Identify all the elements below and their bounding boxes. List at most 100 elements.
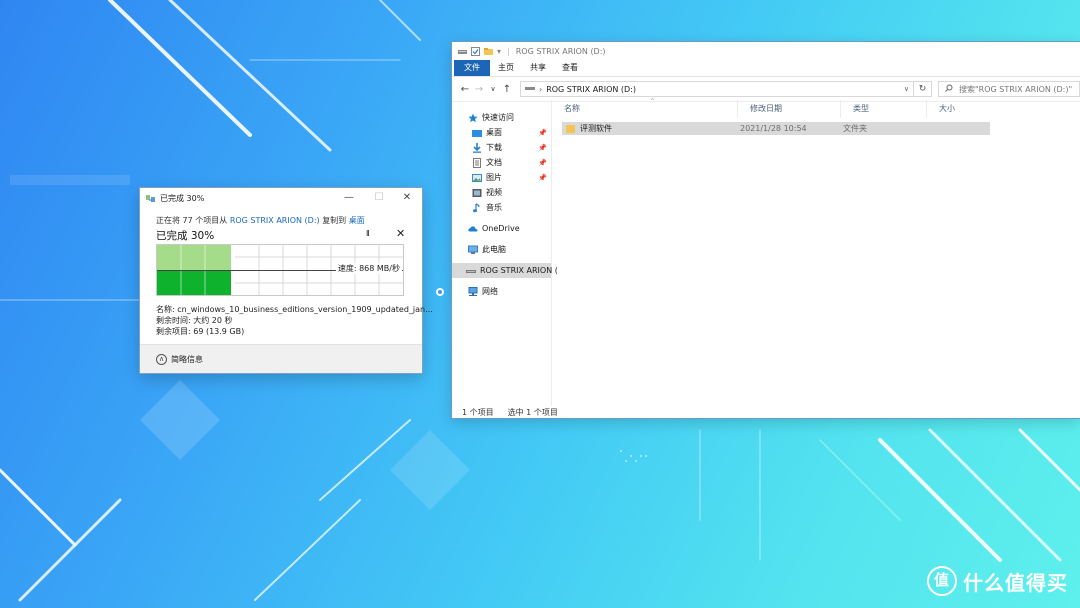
drive-icon xyxy=(458,47,467,56)
back-arrow-icon[interactable]: ← xyxy=(458,84,472,95)
column-header-size[interactable]: 大小 xyxy=(927,100,987,118)
chevron-up-icon[interactable]: ∧ xyxy=(156,353,167,365)
nav-item-music[interactable]: 音乐 xyxy=(452,200,551,215)
close-icon[interactable]: ✕ xyxy=(392,188,422,208)
nav-network-label: 网络 xyxy=(482,287,498,296)
document-icon xyxy=(472,157,482,168)
music-icon xyxy=(472,202,482,213)
search-input[interactable]: 搜索"ROG STRIX ARION (D:)" xyxy=(938,81,1080,97)
maximize-icon[interactable]: ☐ xyxy=(364,188,394,208)
watermark-text: 什么值得买 xyxy=(963,570,1068,595)
dialog-title-bar: 已完成 30% — ☐ ✕ xyxy=(140,188,422,208)
nav-item-label: 桌面 xyxy=(486,128,502,137)
properties-icon[interactable] xyxy=(471,46,480,56)
pin-icon[interactable]: 📌 xyxy=(538,174,547,182)
address-bar-row: ← → ∨ ↑ › ROG STRIX ARION (D:) ∨ ↻ 搜索"RO… xyxy=(452,77,1080,102)
nav-item-label: 视频 xyxy=(486,188,502,197)
drive-icon xyxy=(466,266,476,276)
new-folder-icon[interactable] xyxy=(484,47,493,56)
nav-item-label: 图片 xyxy=(486,173,502,182)
cancel-icon[interactable]: ✕ xyxy=(396,227,405,240)
row-name: 评测软件 xyxy=(580,124,612,133)
cloud-icon xyxy=(468,224,478,234)
desktop-folder-icon xyxy=(472,128,482,138)
nav-item-documents[interactable]: 文档 📌 xyxy=(452,155,551,170)
nav-this-pc[interactable]: 此电脑 xyxy=(452,242,551,257)
pin-icon[interactable]: 📌 xyxy=(538,144,547,152)
tab-file[interactable]: 文件 xyxy=(454,60,490,76)
nav-item-videos[interactable]: 视频 xyxy=(452,185,551,200)
minimize-icon[interactable]: — xyxy=(334,188,364,208)
copy-description-prefix: 正在将 77 个项目从 xyxy=(156,216,228,225)
search-placeholder: 搜索"ROG STRIX ARION (D:)" xyxy=(959,84,1073,94)
source-link[interactable]: ROG STRIX ARION (D:) xyxy=(230,216,320,225)
progress-percent-label: 已完成 30% xyxy=(156,230,215,242)
tab-share[interactable]: 共享 xyxy=(522,60,554,76)
quick-access-dropdown-icon[interactable]: ▾ xyxy=(497,47,501,56)
nav-this-pc-label: 此电脑 xyxy=(482,245,506,254)
fewer-details-button[interactable]: 简略信息 xyxy=(171,354,203,365)
dialog-footer: ∧ 简略信息 xyxy=(140,344,422,373)
up-arrow-icon[interactable]: ↑ xyxy=(500,84,514,95)
recent-locations-chevron-icon[interactable]: ∨ xyxy=(486,85,500,93)
pause-icon[interactable]: II xyxy=(366,229,370,238)
forward-arrow-icon[interactable]: → xyxy=(472,84,486,95)
nav-drive-label: ROG STRIX ARION ( xyxy=(480,266,558,275)
nav-item-label: 文档 xyxy=(486,158,502,167)
column-header-type[interactable]: 类型 xyxy=(841,100,927,118)
dialog-title: 已完成 30% xyxy=(160,193,205,203)
nav-item-label: 音乐 xyxy=(486,203,502,212)
nav-onedrive-label: OneDrive xyxy=(482,224,520,233)
pin-icon[interactable]: 📌 xyxy=(538,159,547,167)
explorer-title: ROG STRIX ARION (D:) xyxy=(515,46,606,56)
table-row[interactable]: 评测软件 2021/1/28 10:54 文件夹 xyxy=(562,122,990,135)
pictures-icon xyxy=(472,173,482,183)
computer-icon xyxy=(468,245,478,255)
nav-item-pictures[interactable]: 图片 📌 xyxy=(452,170,551,185)
pin-icon[interactable]: 📌 xyxy=(538,129,547,137)
nav-quick-access-label: 快速访问 xyxy=(482,113,514,122)
watermark: 值 什么值得买 xyxy=(927,566,1068,596)
sort-ascending-icon: ^ xyxy=(650,98,656,105)
search-icon xyxy=(945,84,953,94)
download-icon xyxy=(472,142,482,153)
address-dropdown-icon[interactable]: ∨ xyxy=(904,85,909,93)
breadcrumb-chevron-icon[interactable]: › xyxy=(539,85,542,94)
address-text: ROG STRIX ARION (D:) xyxy=(546,84,637,94)
nav-quick-access[interactable]: 快速访问 xyxy=(452,110,551,125)
status-selected-count: 选中 1 个项目 xyxy=(507,407,558,417)
nav-network[interactable]: 网络 xyxy=(452,284,551,299)
explorer-body: 快速访问 桌面 📌 下载 📌 文档 📌 图片 📌 视频 音乐 OneDrive … xyxy=(452,98,1080,406)
column-header-date[interactable]: 修改日期 xyxy=(738,100,841,118)
row-date: 2021/1/28 10:54 xyxy=(740,124,807,133)
row-type: 文件夹 xyxy=(843,124,867,133)
ribbon-tabs: 文件 主页 共享 查看 xyxy=(452,60,1080,77)
nav-item-downloads[interactable]: 下载 📌 xyxy=(452,140,551,155)
column-header-name[interactable]: 名称 xyxy=(552,100,738,118)
navigation-pane: 快速访问 桌面 📌 下载 📌 文档 📌 图片 📌 视频 音乐 OneDrive … xyxy=(452,100,558,406)
copy-icon xyxy=(146,194,155,202)
refresh-icon[interactable]: ↻ xyxy=(914,81,932,97)
transfer-speed-graph: 速度: 868 MB/秒 xyxy=(156,244,404,296)
file-explorer-window: ▾ | ROG STRIX ARION (D:) 文件 主页 共享 查看 ← →… xyxy=(452,42,1080,418)
video-icon xyxy=(472,188,482,198)
nav-item-label: 下载 xyxy=(486,143,502,152)
status-item-count: 1 个项目 xyxy=(462,407,494,417)
transfer-details: 名称: cn_windows_10_business_editions_vers… xyxy=(156,304,433,337)
star-icon xyxy=(468,113,478,123)
tab-view[interactable]: 查看 xyxy=(554,60,586,76)
nav-drive-d[interactable]: ROG STRIX ARION ( xyxy=(452,263,558,278)
copy-description-mid: 复制到 xyxy=(322,216,347,225)
nav-item-desktop[interactable]: 桌面 📌 xyxy=(452,125,551,140)
status-bar: 1 个项目 选中 1 个项目 xyxy=(452,406,558,418)
nav-onedrive[interactable]: OneDrive xyxy=(452,221,551,236)
column-headers: 名称 修改日期 类型 大小 ^ xyxy=(552,98,1080,118)
address-field[interactable]: › ROG STRIX ARION (D:) ∨ xyxy=(520,81,914,97)
watermark-logo: 值 xyxy=(927,566,957,596)
destination-link[interactable]: 桌面 xyxy=(349,216,365,225)
tab-home[interactable]: 主页 xyxy=(490,60,522,76)
copy-description: 正在将 77 个项目从 ROG STRIX ARION (D:) 复制到 桌面 xyxy=(156,215,365,226)
file-list: 名称 修改日期 类型 大小 ^ 评测软件 2021/1/28 10:54 文件夹 xyxy=(552,98,1080,406)
explorer-title-bar: ▾ | ROG STRIX ARION (D:) xyxy=(452,42,1080,60)
address-drive-icon xyxy=(525,84,535,94)
